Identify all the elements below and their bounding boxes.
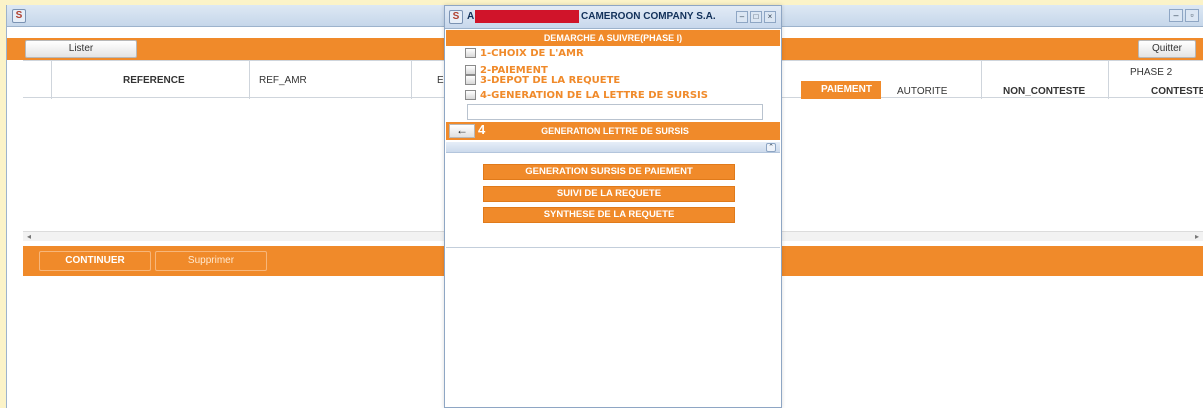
column-autorite[interactable]: AUTORITE <box>897 86 947 97</box>
step-4-checkbox[interactable] <box>465 90 476 100</box>
column-divider <box>1108 61 1109 99</box>
column-divider <box>249 61 250 99</box>
step-1-checkbox[interactable] <box>465 48 476 58</box>
app-logo-icon: S <box>12 9 26 23</box>
lister-button[interactable]: Lister <box>25 40 137 58</box>
continuer-button[interactable]: CONTINUER <box>39 251 151 271</box>
phase-2-label: PHASE 2 <box>1130 67 1173 78</box>
generation-sursis-button[interactable]: GENERATION SURSIS DE PAIEMENT <box>483 164 735 180</box>
scroll-left-icon[interactable]: ◂ <box>27 232 31 242</box>
dialog-titlebar: S A CAMEROON COMPANY S.A. – □ × <box>445 6 781 29</box>
collapse-strip: ⌃ <box>446 142 780 153</box>
suivi-requete-button[interactable]: SUIVI DE LA REQUETE <box>483 186 735 202</box>
dialog-title-prefix: A <box>467 11 475 22</box>
column-ref-amr[interactable]: REF_AMR <box>259 75 307 86</box>
demarche-header: DEMARCHE A SUIVRE(PHASE I) <box>446 30 780 46</box>
column-reference[interactable]: REFERENCE <box>123 75 185 86</box>
minimize-icon[interactable]: – <box>736 11 748 23</box>
column-divider <box>51 61 52 99</box>
redaction-block <box>475 10 579 23</box>
demarche-dialog: S A CAMEROON COMPANY S.A. – □ × DEMARCHE… <box>444 5 782 408</box>
step-4-label: 4-GENERATION DE LA LETTRE DE SURSIS <box>480 89 708 101</box>
supprimer-button[interactable]: Supprimer <box>155 251 267 271</box>
quitter-button[interactable]: Quitter <box>1138 40 1196 58</box>
synthese-requete-button[interactable]: SYNTHESE DE LA REQUETE <box>483 207 735 223</box>
column-divider <box>981 61 982 99</box>
step-1-item[interactable]: 1-CHOIX DE L'AMR <box>465 47 584 59</box>
step-1-label: 1-CHOIX DE L'AMR <box>480 47 584 59</box>
dialog-text-field[interactable] <box>467 104 763 120</box>
step-3-label: 3-DEPOT DE LA REQUETE <box>480 74 621 86</box>
minimize-icon[interactable]: – <box>1169 9 1183 22</box>
column-non-conteste[interactable]: NON_CONTESTE <box>1003 86 1085 97</box>
current-step-number: 4 <box>478 122 486 137</box>
step-4-item[interactable]: 4-GENERATION DE LA LETTRE DE SURSIS <box>465 89 708 101</box>
maximize-icon[interactable]: □ <box>750 11 762 23</box>
app-logo-icon: S <box>449 10 463 24</box>
actions-panel: GENERATION SURSIS DE PAIEMENT SUIVI DE L… <box>446 154 780 248</box>
column-e[interactable]: E <box>437 75 444 86</box>
column-paiement[interactable]: PAIEMENT <box>801 81 881 99</box>
close-icon[interactable]: × <box>764 11 776 23</box>
main-window-controls: – ▫ <box>1169 9 1199 22</box>
dialog-window-controls: – □ × <box>736 11 776 23</box>
dialog-title: CAMEROON COMPANY S.A. <box>581 11 716 22</box>
section-title: GENERATION LETTRE DE SURSIS <box>541 126 689 136</box>
column-conteste[interactable]: CONTESTE <box>1151 86 1203 97</box>
restore-icon[interactable]: ▫ <box>1185 9 1199 22</box>
scroll-right-icon[interactable]: ▸ <box>1195 232 1199 242</box>
collapse-up-icon[interactable]: ⌃ <box>766 143 776 152</box>
step-3-checkbox[interactable] <box>465 75 476 85</box>
column-divider <box>411 61 412 99</box>
back-arrow-icon[interactable]: ← <box>449 124 475 138</box>
step-3-item[interactable]: 3-DEPOT DE LA REQUETE <box>465 74 620 86</box>
